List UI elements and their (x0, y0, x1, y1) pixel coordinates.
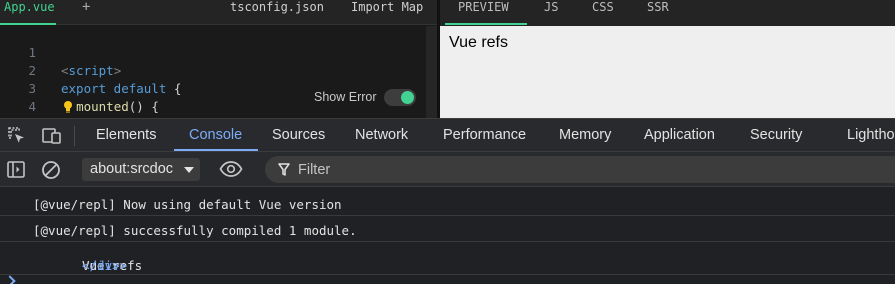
context-label: about:srcdoc (90, 161, 174, 177)
tab-lighthouse[interactable]: Lighthouse (847, 119, 895, 151)
console-element-log[interactable]: <div> Vue refs </div> (0, 242, 895, 275)
editor-scrollbar[interactable] (426, 26, 437, 118)
file-tabs: App.vue + tsconfig.json Import Map (0, 0, 437, 25)
console-prompt-chevron-icon[interactable] (4, 275, 16, 284)
toggle-knob (401, 91, 414, 104)
show-sidebar-icon[interactable] (7, 161, 25, 178)
preview-frame: Vue refs (440, 26, 895, 118)
element-close-tag: </div> (82, 258, 128, 273)
tab-ssr[interactable]: SSR (647, 0, 669, 25)
filter-input[interactable] (298, 159, 888, 180)
inspect-element-icon[interactable] (8, 127, 26, 145)
filter-icon (278, 163, 290, 176)
tab-preview[interactable]: PREVIEW (445, 0, 527, 25)
tab-app-vue[interactable]: App.vue (0, 0, 56, 25)
tab-memory[interactable]: Memory (559, 119, 611, 151)
code-line: 3 mounted() { (0, 62, 437, 114)
show-error-label: Show Error (314, 90, 377, 104)
tab-performance[interactable]: Performance (443, 119, 526, 151)
tab-tsconfig[interactable]: tsconfig.json (230, 0, 324, 25)
tab-security[interactable]: Security (750, 119, 802, 151)
clear-console-icon[interactable] (41, 160, 61, 180)
editor-pane: App.vue + tsconfig.json Import Map 1 <sc… (0, 0, 437, 118)
code-line: 1 <script> (0, 26, 437, 78)
active-tab-indicator (174, 149, 258, 151)
device-toolbar-icon[interactable] (42, 127, 62, 145)
console-message: [@vue/repl] successfully compiled 1 modu… (0, 216, 895, 242)
chevron-down-icon (184, 167, 194, 173)
console-message-text: [@vue/repl] successfully compiled 1 modu… (33, 223, 357, 238)
console-output: [@vue/repl] Now using default Vue versio… (0, 187, 895, 284)
console-toolbar: about:srcdoc (0, 152, 895, 187)
tab-elements[interactable]: Elements (96, 119, 156, 151)
context-select[interactable]: about:srcdoc (82, 158, 200, 181)
tab-console[interactable]: Console (189, 119, 242, 151)
lightbulb-icon[interactable] (63, 100, 73, 113)
divider (74, 126, 75, 146)
tab-network[interactable]: Network (355, 119, 408, 151)
live-expression-eye-icon[interactable] (219, 160, 243, 178)
console-message: [@vue/repl] Now using default Vue versio… (0, 190, 895, 216)
show-error-toggle[interactable] (384, 89, 416, 106)
tab-js[interactable]: JS (544, 0, 558, 25)
preview-tabs: PREVIEW JS CSS SSR (440, 0, 895, 25)
tab-css[interactable]: CSS (592, 0, 614, 25)
add-file-button[interactable]: + (82, 0, 90, 25)
console-message-text: [@vue/repl] Now using default Vue versio… (33, 197, 342, 212)
show-error-control: Show Error (300, 86, 425, 110)
code-line: 2 export default { (0, 44, 437, 96)
devtools-tab-bar: Elements Console Sources Network Perform… (0, 118, 895, 152)
tab-import-map[interactable]: Import Map (351, 0, 423, 25)
preview-pane: PREVIEW JS CSS SSR Vue refs (437, 0, 895, 118)
tab-application[interactable]: Application (644, 119, 715, 151)
preview-content: Vue refs (449, 34, 508, 51)
tab-sources[interactable]: Sources (272, 119, 325, 151)
filter-box (265, 156, 895, 183)
